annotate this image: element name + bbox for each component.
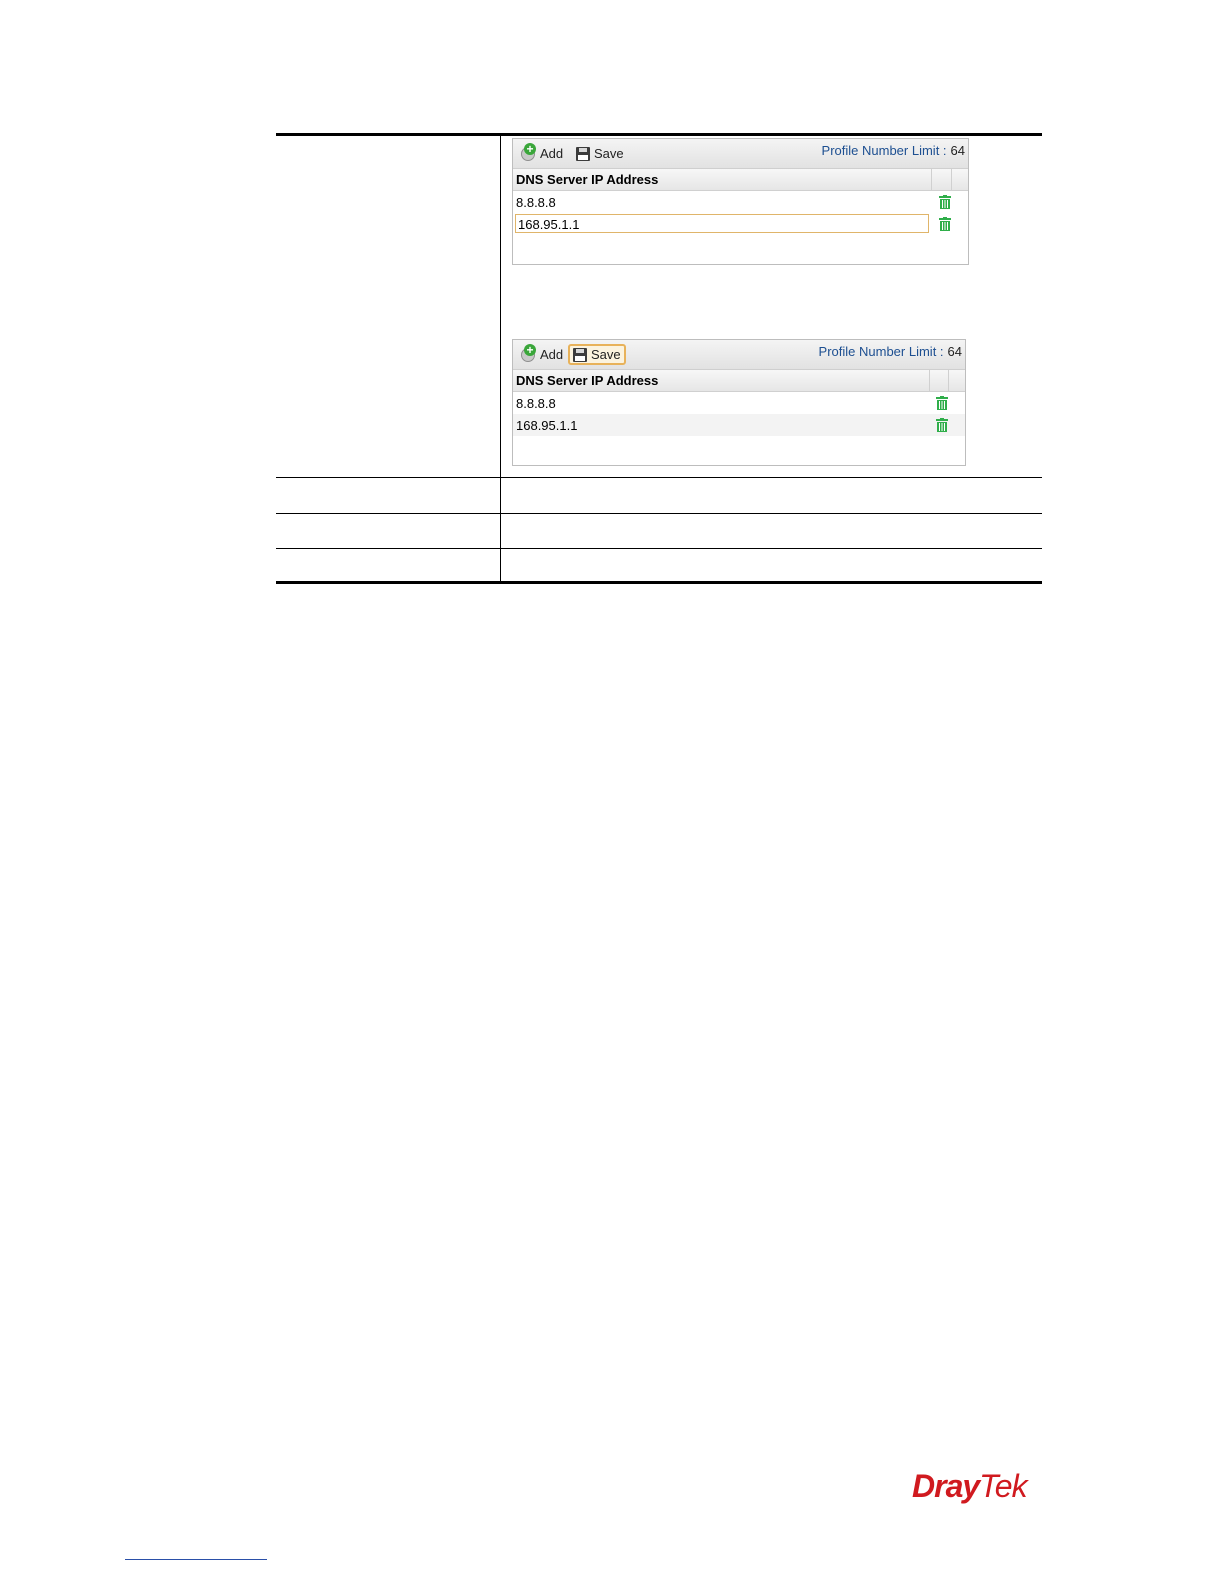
dns-ip-value: 168.95.1.1: [518, 217, 580, 232]
dns-ip-input[interactable]: 168.95.1.1: [515, 214, 929, 233]
trash-icon[interactable]: [939, 217, 951, 231]
limit-label: Profile Number Limit :: [821, 143, 947, 158]
logo-tek: Tek: [979, 1468, 1027, 1504]
profile-number-limit: Profile Number Limit :64: [819, 344, 962, 359]
table-row[interactable]: 168.95.1.1: [513, 414, 965, 436]
footer-link-underline: [125, 1559, 267, 1560]
header-separator: [929, 370, 930, 391]
table-row[interactable]: 8.8.8.8: [513, 191, 968, 213]
add-button[interactable]: Add: [518, 143, 566, 164]
add-label: Add: [540, 146, 564, 161]
add-icon: [521, 143, 536, 161]
table-row-editing[interactable]: 168.95.1.1: [513, 213, 968, 235]
table-row[interactable]: 8.8.8.8: [513, 392, 965, 414]
limit-label: Profile Number Limit :: [818, 344, 944, 359]
dns-ip-value: 8.8.8.8: [516, 396, 556, 411]
column-header-row: DNS Server IP Address: [513, 370, 965, 392]
logo-dray: Dray: [912, 1468, 980, 1504]
dns-ip-value: 8.8.8.8: [516, 195, 556, 210]
column-header-dns-server-ip: DNS Server IP Address: [516, 172, 659, 187]
trash-icon[interactable]: [936, 396, 948, 410]
row-separator: [276, 513, 1042, 514]
limit-value: 64: [947, 344, 962, 359]
column-header-row: DNS Server IP Address: [513, 169, 968, 191]
save-label: Save: [591, 347, 621, 362]
row-separator: [276, 548, 1042, 549]
save-icon: [573, 347, 587, 362]
dns-server-panel-editing: Add Save Profile Number Limit :64 DNS Se…: [512, 138, 969, 265]
panel-toolbar: Add Save Profile Number Limit :64: [513, 340, 965, 370]
save-button[interactable]: Save: [568, 344, 626, 365]
column-divider: [500, 136, 501, 581]
limit-value: 64: [950, 143, 965, 158]
add-button[interactable]: Add: [518, 344, 566, 365]
save-label: Save: [594, 146, 624, 161]
add-icon: [521, 344, 536, 362]
save-button[interactable]: Save: [573, 143, 627, 164]
profile-number-limit: Profile Number Limit :64: [822, 143, 965, 158]
column-header-dns-server-ip: DNS Server IP Address: [516, 373, 659, 388]
add-label: Add: [540, 347, 564, 362]
dns-ip-value: 168.95.1.1: [516, 418, 578, 433]
header-separator: [931, 169, 932, 190]
header-separator: [951, 169, 952, 190]
trash-icon[interactable]: [936, 418, 948, 432]
panel-toolbar: Add Save Profile Number Limit :64: [513, 139, 968, 169]
header-separator: [948, 370, 949, 391]
row-separator: [276, 477, 1042, 478]
draytek-logo: DrayTek: [912, 1468, 1028, 1505]
trash-icon[interactable]: [939, 195, 951, 209]
dns-server-panel-saved: Add Save Profile Number Limit :64 DNS Se…: [512, 339, 966, 466]
save-icon: [576, 146, 590, 161]
